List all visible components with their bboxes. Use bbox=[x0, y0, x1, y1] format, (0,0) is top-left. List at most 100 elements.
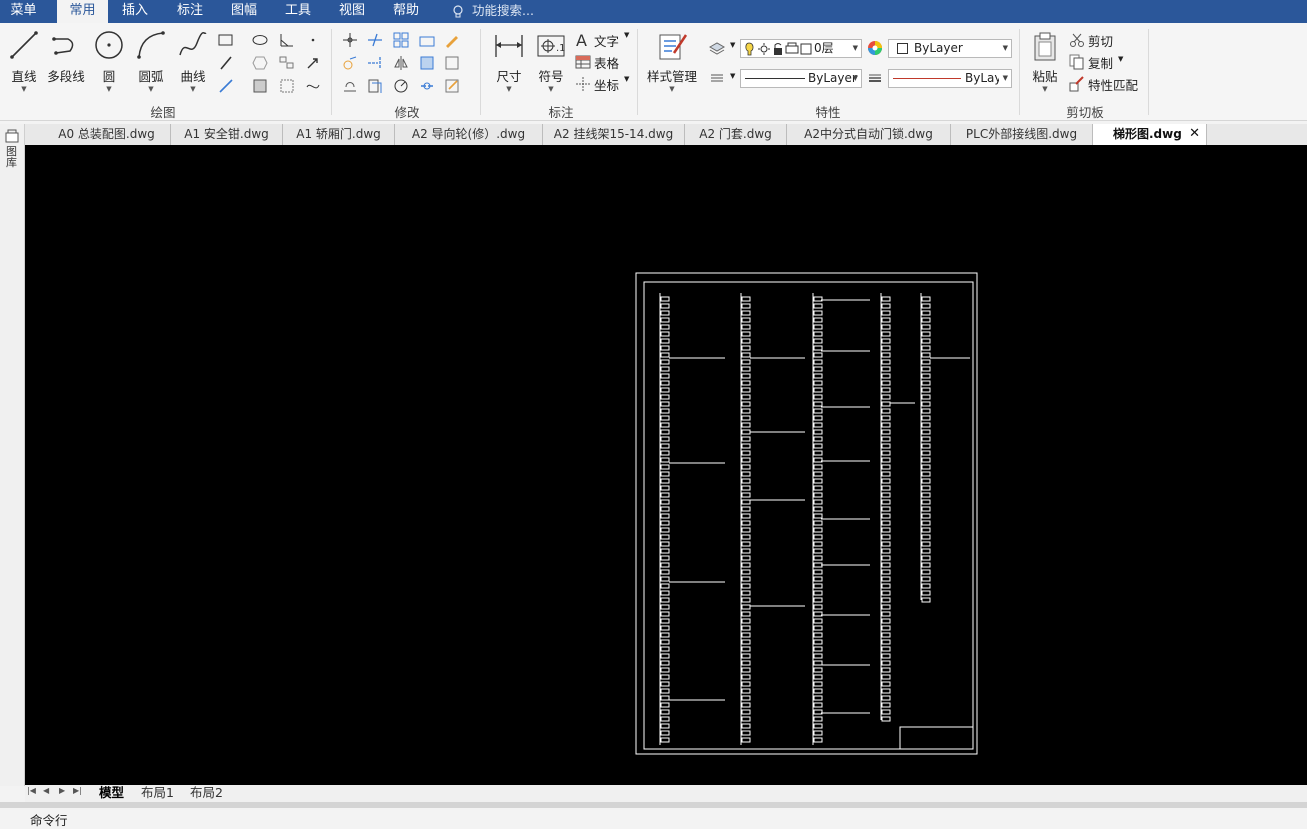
draw-group-label: 绘图 bbox=[150, 105, 176, 120]
scissors-icon[interactable] bbox=[1068, 31, 1086, 49]
doc-tab[interactable]: A0 总装配图.dwg bbox=[43, 124, 171, 145]
construction-line-icon[interactable] bbox=[217, 77, 235, 95]
list-lines-caret-icon[interactable]: ▼ bbox=[730, 72, 735, 80]
boundary-icon[interactable] bbox=[304, 77, 322, 95]
table-label[interactable]: 表格 bbox=[594, 53, 619, 72]
doc-tab[interactable]: A1 安全钳.dwg bbox=[171, 124, 283, 145]
doc-tab[interactable]: A2 挂线架15-14.dwg bbox=[543, 124, 685, 145]
tab-insert[interactable]: 插入 bbox=[113, 0, 157, 23]
feature-search[interactable]: 功能搜索... bbox=[452, 0, 534, 23]
text-label[interactable]: 文字 bbox=[594, 31, 619, 50]
doc-tab-active[interactable]: 梯形图.dwg ✕ bbox=[1093, 124, 1207, 145]
drawing-canvas[interactable] bbox=[25, 145, 1307, 786]
rectangle-icon[interactable] bbox=[217, 31, 235, 49]
lineweight-select[interactable]: ByLaye ▼ bbox=[888, 69, 1012, 88]
color-swatch bbox=[897, 43, 908, 54]
line-button[interactable]: 直线 ▼ bbox=[8, 29, 40, 93]
prev-layout-icon[interactable]: ◀ bbox=[43, 786, 49, 795]
coordinate-label[interactable]: 坐标 bbox=[594, 75, 619, 94]
color-wheel-icon[interactable] bbox=[866, 39, 884, 57]
ellipse-icon[interactable] bbox=[251, 31, 269, 49]
tab-view[interactable]: 视图 bbox=[330, 0, 374, 23]
break-icon[interactable] bbox=[418, 77, 436, 95]
arc-button[interactable]: 圆弧 ▼ bbox=[134, 29, 168, 93]
tab-drawing-frame[interactable]: 图幅 bbox=[222, 0, 266, 23]
cut-label[interactable]: 剪切 bbox=[1088, 31, 1113, 50]
lineweight-icon[interactable] bbox=[866, 69, 884, 87]
erase-pencil-icon[interactable] bbox=[443, 31, 461, 49]
library-tab[interactable]: 图库 bbox=[6, 146, 18, 168]
layout-tab-model[interactable]: 模型 bbox=[99, 785, 124, 801]
coordinate-icon[interactable] bbox=[574, 75, 592, 93]
polyline-label: 多段线 bbox=[47, 69, 85, 84]
match-properties-icon[interactable] bbox=[1068, 75, 1086, 93]
library-icon[interactable] bbox=[5, 129, 19, 143]
paste-button[interactable]: 粘贴 ▼ bbox=[1026, 31, 1064, 93]
list-lines-icon[interactable] bbox=[708, 69, 726, 87]
polygon-icon[interactable] bbox=[251, 54, 269, 72]
match-properties-label[interactable]: 特性匹配 bbox=[1088, 75, 1138, 94]
lineweight-value: ByLaye bbox=[965, 71, 999, 85]
rotate-icon[interactable] bbox=[341, 54, 359, 72]
tab-home[interactable]: 常用 bbox=[57, 0, 108, 23]
text-icon[interactable]: A bbox=[574, 31, 592, 49]
layout-tab-1[interactable]: 布局1 bbox=[141, 785, 174, 801]
mirror-icon[interactable] bbox=[392, 54, 410, 72]
tab-annotate[interactable]: 标注 bbox=[168, 0, 212, 23]
doc-tab[interactable]: A1 轿厢门.dwg bbox=[283, 124, 395, 145]
slash-line-icon[interactable] bbox=[217, 54, 235, 72]
point-icon[interactable] bbox=[304, 31, 322, 49]
copy-object-icon[interactable] bbox=[366, 77, 384, 95]
curve-button[interactable]: 曲线 ▼ bbox=[176, 29, 210, 93]
layer-select[interactable]: 0层 ▼ bbox=[740, 39, 862, 58]
tab-help[interactable]: 帮助 bbox=[384, 0, 428, 23]
dimension-label: 尺寸 bbox=[496, 69, 522, 84]
menu-bar: 菜单 常用 插入 标注 图幅 工具 视图 帮助 功能搜索... bbox=[0, 0, 1307, 23]
tab-tools[interactable]: 工具 bbox=[276, 0, 320, 23]
lineweight-preview bbox=[893, 78, 961, 79]
style-manager-button[interactable]: 样式管理 ▼ bbox=[643, 31, 701, 93]
command-line[interactable]: 命令行 bbox=[0, 808, 1307, 828]
close-icon[interactable]: ✕ bbox=[1189, 124, 1200, 144]
first-layout-icon[interactable]: |◀ bbox=[27, 786, 36, 795]
block-icon[interactable] bbox=[278, 54, 296, 72]
stretch-icon[interactable] bbox=[443, 54, 461, 72]
circle-button[interactable]: 圆 ▼ bbox=[92, 29, 126, 93]
move-icon[interactable] bbox=[341, 31, 359, 49]
polyline-button[interactable]: 多段线 bbox=[46, 29, 86, 85]
extend-icon[interactable] bbox=[366, 54, 384, 72]
hatch-icon[interactable] bbox=[251, 77, 269, 95]
doc-tab[interactable]: A2 导向轮(修）.dwg bbox=[395, 124, 543, 145]
pick-arrow-icon[interactable] bbox=[304, 54, 322, 72]
layout-tab-2[interactable]: 布局2 bbox=[190, 785, 223, 801]
menu-main[interactable]: 菜单 bbox=[0, 0, 47, 23]
doc-tab[interactable]: A2中分式自动门锁.dwg bbox=[787, 124, 951, 145]
color-select[interactable]: ByLayer ▼ bbox=[888, 39, 1012, 58]
next-layout-icon[interactable]: ▶ bbox=[59, 786, 65, 795]
layer-manager-icon[interactable] bbox=[708, 39, 726, 57]
scale-icon[interactable] bbox=[418, 54, 436, 72]
linetype-select[interactable]: ByLayer ▼ bbox=[740, 69, 862, 88]
circle-icon bbox=[95, 31, 123, 59]
doc-tab[interactable]: PLC外部接线图.dwg bbox=[951, 124, 1093, 145]
copy-caret-icon[interactable]: ▼ bbox=[1118, 55, 1123, 63]
layer-manager-caret-icon[interactable]: ▼ bbox=[730, 41, 735, 49]
doc-tab[interactable]: A2 门套.dwg bbox=[685, 124, 787, 145]
array-icon[interactable] bbox=[392, 31, 410, 49]
offset-icon[interactable] bbox=[341, 77, 359, 95]
symbol-button[interactable]: .1 符号 ▼ bbox=[534, 31, 568, 93]
trim-icon[interactable] bbox=[366, 31, 384, 49]
table-icon[interactable] bbox=[574, 53, 592, 71]
region-icon[interactable] bbox=[278, 77, 296, 95]
dimension-button[interactable]: 尺寸 ▼ bbox=[490, 31, 528, 93]
edit-properties-icon[interactable] bbox=[443, 77, 461, 95]
copy-label[interactable]: 复制 bbox=[1088, 53, 1113, 72]
layout-tabs: |◀ ◀ ▶ ▶| 模型 布局1 布局2 bbox=[25, 785, 1307, 802]
fillet-icon[interactable] bbox=[418, 31, 436, 49]
angle-icon[interactable] bbox=[278, 31, 296, 49]
explode-icon[interactable] bbox=[392, 77, 410, 95]
text-caret-icon[interactable]: ▼ bbox=[624, 31, 629, 39]
coordinate-caret-icon[interactable]: ▼ bbox=[624, 75, 629, 83]
copy-icon[interactable] bbox=[1068, 53, 1086, 71]
last-layout-icon[interactable]: ▶| bbox=[73, 786, 82, 795]
